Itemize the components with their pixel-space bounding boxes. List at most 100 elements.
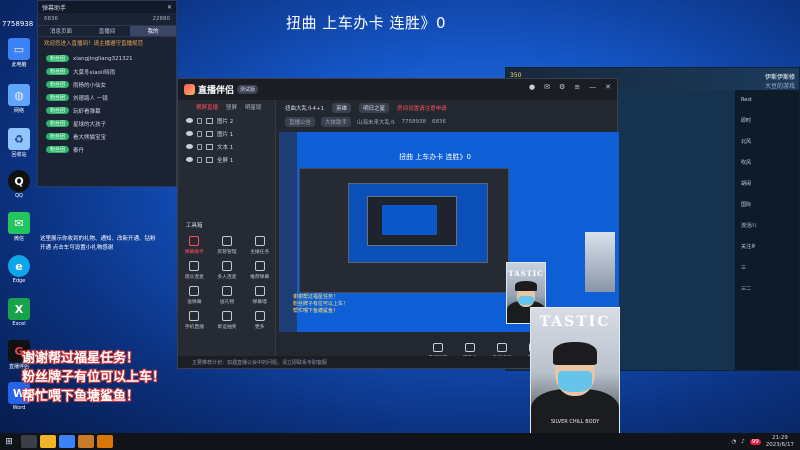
lock-icon[interactable] (197, 143, 202, 150)
scene-label: 文本 1 (217, 144, 234, 151)
edge-icon: e (8, 255, 30, 277)
assistant-button[interactable]: 大侠助手 (321, 117, 352, 127)
avatar[interactable]: ● (529, 83, 535, 91)
tool-lottery[interactable]: 幸运抽奖 (211, 311, 244, 330)
app-taskbar-icon[interactable] (78, 435, 94, 448)
room-id: 7758938 (401, 119, 427, 125)
tool-label: 房管管理 (217, 250, 237, 255)
list-item[interactable]: 粉丝团 泰丹 (38, 143, 176, 156)
desktop-icon-label: Excel (12, 321, 26, 327)
desktop-icon-excel[interactable]: X Excel (4, 298, 34, 327)
tool-recommend[interactable]: 推荐弹幕 (243, 261, 276, 280)
tab-mine[interactable]: 我的 (130, 26, 176, 36)
list-item[interactable]: 粉丝团 玩虾看弹幕 (38, 104, 176, 117)
desktop-icon-qq[interactable]: Q QQ (4, 170, 34, 199)
side-list-item: 三二 (741, 286, 752, 292)
close-icon[interactable]: ✕ (605, 83, 611, 91)
tool-danmu-assistant[interactable]: 弹幕助手 (178, 236, 211, 255)
tool-more[interactable]: 更多 (243, 311, 276, 330)
toolbox-grid: 弹幕助手 房管管理 主播任务 观众连麦 多人连麦 推荐弹幕 送弹幕 送礼物 弹幕… (178, 236, 276, 330)
version-badge: 测试版 (237, 85, 259, 94)
tool-label: 送弹幕 (187, 300, 202, 305)
scene-item[interactable]: 全屏 1 (178, 153, 275, 166)
scene-item[interactable]: 图片 2 (178, 114, 275, 127)
desktop-icon-wechat[interactable]: ✉ 微信 (4, 212, 34, 242)
chat-panel: 弹幕助手 ✕ 6836 22880 消息页面 直播间 我的 欢迎您进入直播间！请… (37, 0, 177, 187)
preview-banner-line: 谢谢帮过福星任务！ (293, 294, 339, 300)
close-icon[interactable]: ✕ (167, 4, 172, 11)
app-logo: 直播伴侣 测试版 (184, 83, 259, 96)
windows-start-icon[interactable]: ⊞ (0, 433, 18, 450)
minimize-icon[interactable]: — (589, 83, 596, 91)
search-icon[interactable] (21, 435, 37, 448)
scene-sidebar: 横屏直播 竖屏 明星版 图片 2 图片 1 文本 1 全屏 1 工具箱 弹幕助手… (178, 100, 276, 368)
scene-label: 全屏 1 (217, 157, 234, 164)
tool-multi-link[interactable]: 多人连麦 (211, 261, 244, 280)
lock-icon[interactable] (197, 117, 202, 124)
eye-icon[interactable] (186, 144, 193, 149)
tool-audience-link[interactable]: 观众连麦 (178, 261, 211, 280)
streamer-name: 伊斯伊斯修 (764, 74, 795, 81)
room-tag[interactable]: 英雄 (332, 103, 352, 113)
desktop-icon-network[interactable]: ◍ 网络 (4, 84, 34, 114)
desktop-icon-computer[interactable]: ▭ 此电脑 (4, 38, 34, 68)
desktop-icon-recycle[interactable]: ♻ 回收站 (4, 128, 34, 158)
stream-preview[interactable]: 扭曲 上车办卡 连胜》0 谢谢帮过福星任务！ 粉丝牌子有位可以上车！ 帮忙喂下鱼… (279, 132, 619, 332)
tab-messages[interactable]: 消息页面 (38, 26, 84, 36)
chat-user: 看大熊猫宝宝 (73, 134, 107, 141)
app-taskbar-icon[interactable] (97, 435, 113, 448)
side-list-item: 流活川 (741, 223, 757, 229)
image-icon (206, 130, 213, 137)
browser-icon[interactable] (59, 435, 75, 448)
volume-icon[interactable]: ♪ (741, 439, 745, 445)
lock-icon[interactable] (197, 130, 202, 137)
computer-icon: ▭ (8, 38, 30, 60)
clock[interactable]: 21:29 2023/6/17 (766, 435, 794, 449)
chat-panel-header: 弹幕助手 ✕ (38, 1, 176, 13)
list-item[interactable]: 粉丝团 雨杨的小仙女 (38, 78, 176, 91)
side-list-item: 三 (741, 265, 747, 271)
side-list-item: 关注乡 (741, 244, 757, 250)
scene-item[interactable]: 图片 1 (178, 127, 275, 140)
eye-icon[interactable] (186, 157, 193, 162)
network-icon[interactable]: ◔ (731, 439, 736, 445)
room-extra[interactable]: 明日之星 (359, 103, 390, 113)
scene-label: 图片 1 (217, 131, 234, 138)
list-item[interactable]: 粉丝团 刘德路人 一镜 (38, 91, 176, 104)
list-item[interactable]: 粉丝团 星球的大孩子 (38, 117, 176, 130)
tool-send-danmu[interactable]: 送弹幕 (178, 286, 211, 305)
phone-icon (497, 343, 507, 352)
clock-date: 2023/6/17 (765, 441, 794, 448)
tool-danmu-wall[interactable]: 弹幕墙 (243, 286, 276, 305)
desktop-icon-edge[interactable]: e Edge (4, 255, 34, 284)
tool-room-manager[interactable]: 房管管理 (211, 236, 244, 255)
eye-icon[interactable] (186, 118, 193, 123)
list-item[interactable]: 粉丝团 xiangjingliang321321 (38, 52, 176, 65)
room-info-bar: 扭曲大乱斗4+1 英雄 明日之星 房间设置请注意申请 直播公告 大侠助手 山海未… (277, 100, 617, 128)
announcement-button[interactable]: 直播公告 (285, 117, 316, 127)
viewer-count: 6836 (44, 16, 58, 22)
mode-tabs: 横屏直播 竖屏 明星版 (178, 100, 275, 114)
eye-icon[interactable] (186, 131, 193, 136)
tool-phone-live[interactable]: 手机直播 (178, 311, 211, 330)
message-icon[interactable]: ✉ (544, 83, 550, 91)
tab-room[interactable]: 直播间 (84, 26, 130, 36)
tool-send-gift[interactable]: 送礼物 (211, 286, 244, 305)
tool-host-task[interactable]: 主播任务 (243, 236, 276, 255)
notification-badge[interactable]: 99 (749, 438, 761, 445)
danmu-icon (189, 236, 200, 246)
file-explorer-icon[interactable] (40, 435, 56, 448)
menu-icon[interactable]: ≡ (574, 83, 580, 91)
tab-portrait[interactable]: 竖屏 (226, 103, 237, 111)
tab-landscape[interactable]: 横屏直播 (196, 103, 218, 111)
settings-icon[interactable]: ⚙ (559, 83, 565, 91)
list-item[interactable]: 粉丝团 看大熊猫宝宝 (38, 130, 176, 143)
list-item[interactable]: 粉丝团 大莫冬xiaoli晓雨 (38, 65, 176, 78)
room-title[interactable]: 扭曲大乱斗4+1 (285, 104, 324, 112)
lock-icon[interactable] (197, 156, 202, 163)
tab-star[interactable]: 明星版 (245, 103, 262, 111)
scene-item[interactable]: 文本 1 (178, 140, 275, 153)
like-count: 22880 (152, 16, 171, 22)
room-warning[interactable]: 房间设置请注意申请 (397, 104, 447, 112)
stream-title-overlay: 扭曲 上车办卡 连胜》0 (286, 14, 447, 32)
